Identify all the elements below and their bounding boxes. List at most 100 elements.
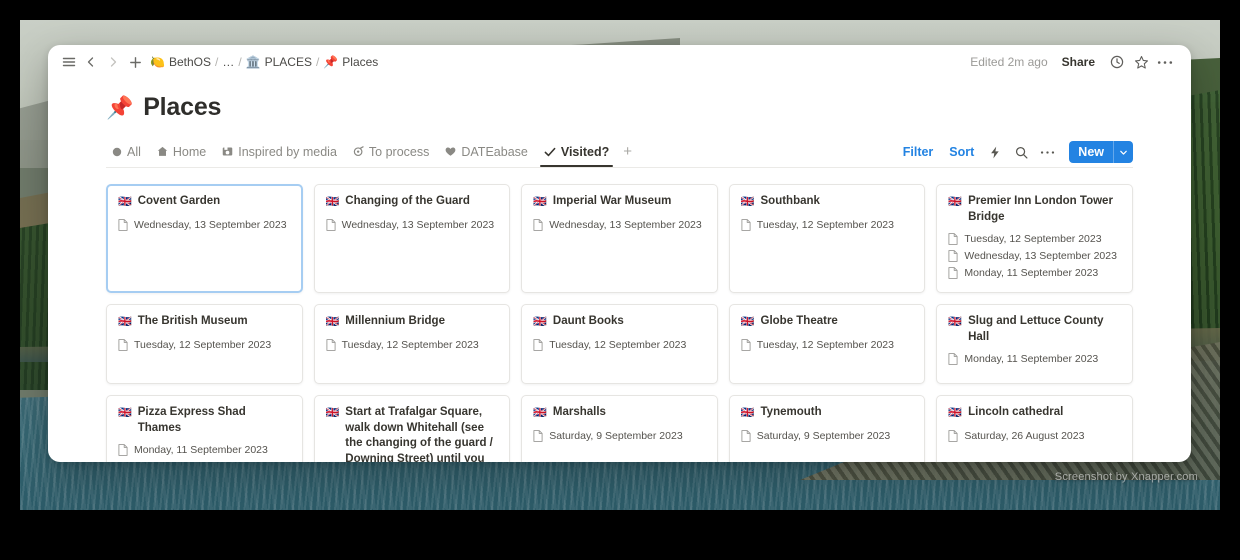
card-title: 🇬🇧Pizza Express Shad Thames xyxy=(118,405,291,436)
gallery-card[interactable]: 🇬🇧TynemouthSaturday, 9 September 2023 xyxy=(729,395,926,462)
card-title-text: Millennium Bridge xyxy=(345,314,445,330)
page-icon xyxy=(533,217,543,231)
heart-icon xyxy=(445,146,456,157)
gallery-card[interactable]: 🇬🇧Pizza Express Shad Thames Monday, 11 Se… xyxy=(106,395,303,462)
last-edited-status: Edited 2m ago xyxy=(970,55,1047,69)
lightning-bolt-icon[interactable] xyxy=(983,141,1007,163)
breadcrumb-item-places[interactable]: 📌 Places xyxy=(323,55,378,69)
flag-uk-icon: 🇬🇧 xyxy=(741,194,755,211)
add-view-button[interactable]: + xyxy=(619,143,638,167)
card-date-property: Tuesday, 12 September 2023 xyxy=(948,231,1121,248)
clock-icon[interactable] xyxy=(1105,50,1129,74)
card-title: 🇬🇧Globe Theatre xyxy=(741,314,914,331)
card-date-text: Saturday, 26 August 2023 xyxy=(964,428,1084,445)
card-date-text: Wednesday, 13 September 2023 xyxy=(964,248,1117,265)
sort-button[interactable]: Sort xyxy=(942,142,981,162)
gallery-card[interactable]: 🇬🇧 Start at Trafalgar Square, walk down W… xyxy=(314,395,511,462)
breadcrumb-label: PLACES xyxy=(265,55,312,69)
page-icon xyxy=(948,351,958,365)
tab-all[interactable]: All xyxy=(106,145,147,166)
tab-label: Home xyxy=(173,145,206,159)
gallery-card[interactable]: 🇬🇧The British Museum Tuesday, 12 Septembe… xyxy=(106,304,303,384)
tab-label: Visited? xyxy=(561,145,609,159)
card-title: 🇬🇧Premier Inn London Tower Bridge xyxy=(948,194,1121,225)
breadcrumb-item-places-db[interactable]: 🏛️ PLACES xyxy=(246,55,312,69)
page-icon xyxy=(741,428,751,442)
search-icon[interactable] xyxy=(1009,141,1033,163)
chevron-left-icon[interactable] xyxy=(80,51,102,73)
new-button[interactable]: New xyxy=(1069,141,1133,163)
breadcrumb-label: … xyxy=(222,55,234,69)
gallery-card[interactable]: 🇬🇧Marshalls Saturday, 9 September 2023 xyxy=(521,395,718,462)
flag-uk-icon: 🇬🇧 xyxy=(533,314,547,331)
flag-uk-icon: 🇬🇧 xyxy=(326,405,340,422)
page-icon xyxy=(948,428,958,442)
card-title: 🇬🇧Imperial War Museum xyxy=(533,194,706,211)
card-title-text: Imperial War Museum xyxy=(553,194,671,210)
card-date-text: Monday, 11 September 2023 xyxy=(964,265,1098,282)
ellipsis-icon[interactable] xyxy=(1035,141,1059,163)
breadcrumb-item-ellipsis[interactable]: … xyxy=(222,55,234,69)
breadcrumb: 🍋 BethOS / … / 🏛️ PLACES / 📌 Places xyxy=(150,55,378,69)
card-date-text: Tuesday, 12 September 2023 xyxy=(964,231,1101,248)
card-title-text: Slug and Lettuce County Hall xyxy=(968,314,1121,345)
gallery-card[interactable]: 🇬🇧Globe TheatreTuesday, 12 September 202… xyxy=(729,304,926,384)
card-date-text: Monday, 11 September 2023 xyxy=(134,442,268,459)
page-icon xyxy=(948,231,958,245)
classical-building-icon: 🏛️ xyxy=(246,56,261,68)
target-icon xyxy=(353,146,364,157)
card-title: 🇬🇧Covent Garden xyxy=(118,194,291,211)
gallery-card[interactable]: 🇬🇧Daunt BooksTuesday, 12 September 2023 xyxy=(521,304,718,384)
gallery-card[interactable]: 🇬🇧 Southbank Tuesday, 12 September 2023 xyxy=(729,184,926,293)
card-date-property: Wednesday, 13 September 2023 xyxy=(533,217,706,234)
card-title-text: Globe Theatre xyxy=(761,314,838,330)
hamburger-menu-icon[interactable] xyxy=(58,51,80,73)
card-title: 🇬🇧 Southbank xyxy=(741,194,914,211)
page-icon xyxy=(948,248,958,262)
card-date-property: Tuesday, 12 September 2023 xyxy=(741,217,914,234)
share-button[interactable]: Share xyxy=(1062,55,1095,69)
plus-icon[interactable] xyxy=(124,51,146,73)
gallery-card[interactable]: 🇬🇧Lincoln cathedralSaturday, 26 August 2… xyxy=(936,395,1133,462)
star-icon[interactable] xyxy=(1129,50,1153,74)
chevron-down-icon[interactable] xyxy=(1113,141,1133,163)
tab-home[interactable]: Home xyxy=(151,145,212,166)
card-title-text: The British Museum xyxy=(138,314,248,330)
gallery-card[interactable]: 🇬🇧Imperial War Museum Wednesday, 13 Septe… xyxy=(521,184,718,293)
tab-visited[interactable]: Visited? xyxy=(538,145,615,166)
breadcrumb-label: BethOS xyxy=(169,55,211,69)
camera-icon xyxy=(222,146,233,157)
card-title-text: Southbank xyxy=(761,194,820,210)
tab-inspired-by-media[interactable]: Inspired by media xyxy=(216,145,343,166)
card-title: 🇬🇧Marshalls xyxy=(533,405,706,422)
page-icon xyxy=(533,337,543,351)
chevron-right-icon[interactable] xyxy=(102,51,124,73)
page-icon xyxy=(533,428,543,442)
new-button-label: New xyxy=(1069,141,1113,163)
filter-button[interactable]: Filter xyxy=(896,142,941,162)
gallery-card[interactable]: 🇬🇧Premier Inn London Tower Bridge Tuesday… xyxy=(936,184,1133,293)
breadcrumb-item-bethos[interactable]: 🍋 BethOS xyxy=(150,55,211,69)
tab-label: DATEabase xyxy=(461,145,527,159)
letterbox-top xyxy=(0,0,1240,20)
flag-uk-icon: 🇬🇧 xyxy=(741,405,755,422)
pushpin-icon: 📌 xyxy=(323,56,338,68)
gallery-card[interactable]: 🇬🇧Millennium BridgeTuesday, 12 September… xyxy=(314,304,511,384)
card-title-text: Marshalls xyxy=(553,405,606,421)
card-date-text: Tuesday, 12 September 2023 xyxy=(134,337,271,354)
gallery-card[interactable]: 🇬🇧Covent GardenWednesday, 13 September 2… xyxy=(106,184,303,293)
page-title-text: Places xyxy=(143,93,221,122)
card-title-text: Covent Garden xyxy=(138,194,220,210)
card-title: 🇬🇧The British Museum xyxy=(118,314,291,331)
card-date-text: Saturday, 9 September 2023 xyxy=(549,428,682,445)
card-date-text: Saturday, 9 September 2023 xyxy=(757,428,890,445)
gallery-card[interactable]: 🇬🇧Changing of the GuardWednesday, 13 Sep… xyxy=(314,184,511,293)
gallery-card[interactable]: 🇬🇧Slug and Lettuce County HallMonday, 11… xyxy=(936,304,1133,384)
card-title-text: Start at Trafalgar Square, walk down Whi… xyxy=(345,405,498,462)
tab-to-process[interactable]: To process xyxy=(347,145,435,166)
tab-dateabase[interactable]: DATEabase xyxy=(439,145,533,166)
ellipsis-icon[interactable] xyxy=(1153,50,1177,74)
gallery-grid: 🇬🇧Covent GardenWednesday, 13 September 2… xyxy=(106,184,1133,462)
card-date-property: Saturday, 9 September 2023 xyxy=(533,428,706,445)
tab-label: All xyxy=(127,145,141,159)
